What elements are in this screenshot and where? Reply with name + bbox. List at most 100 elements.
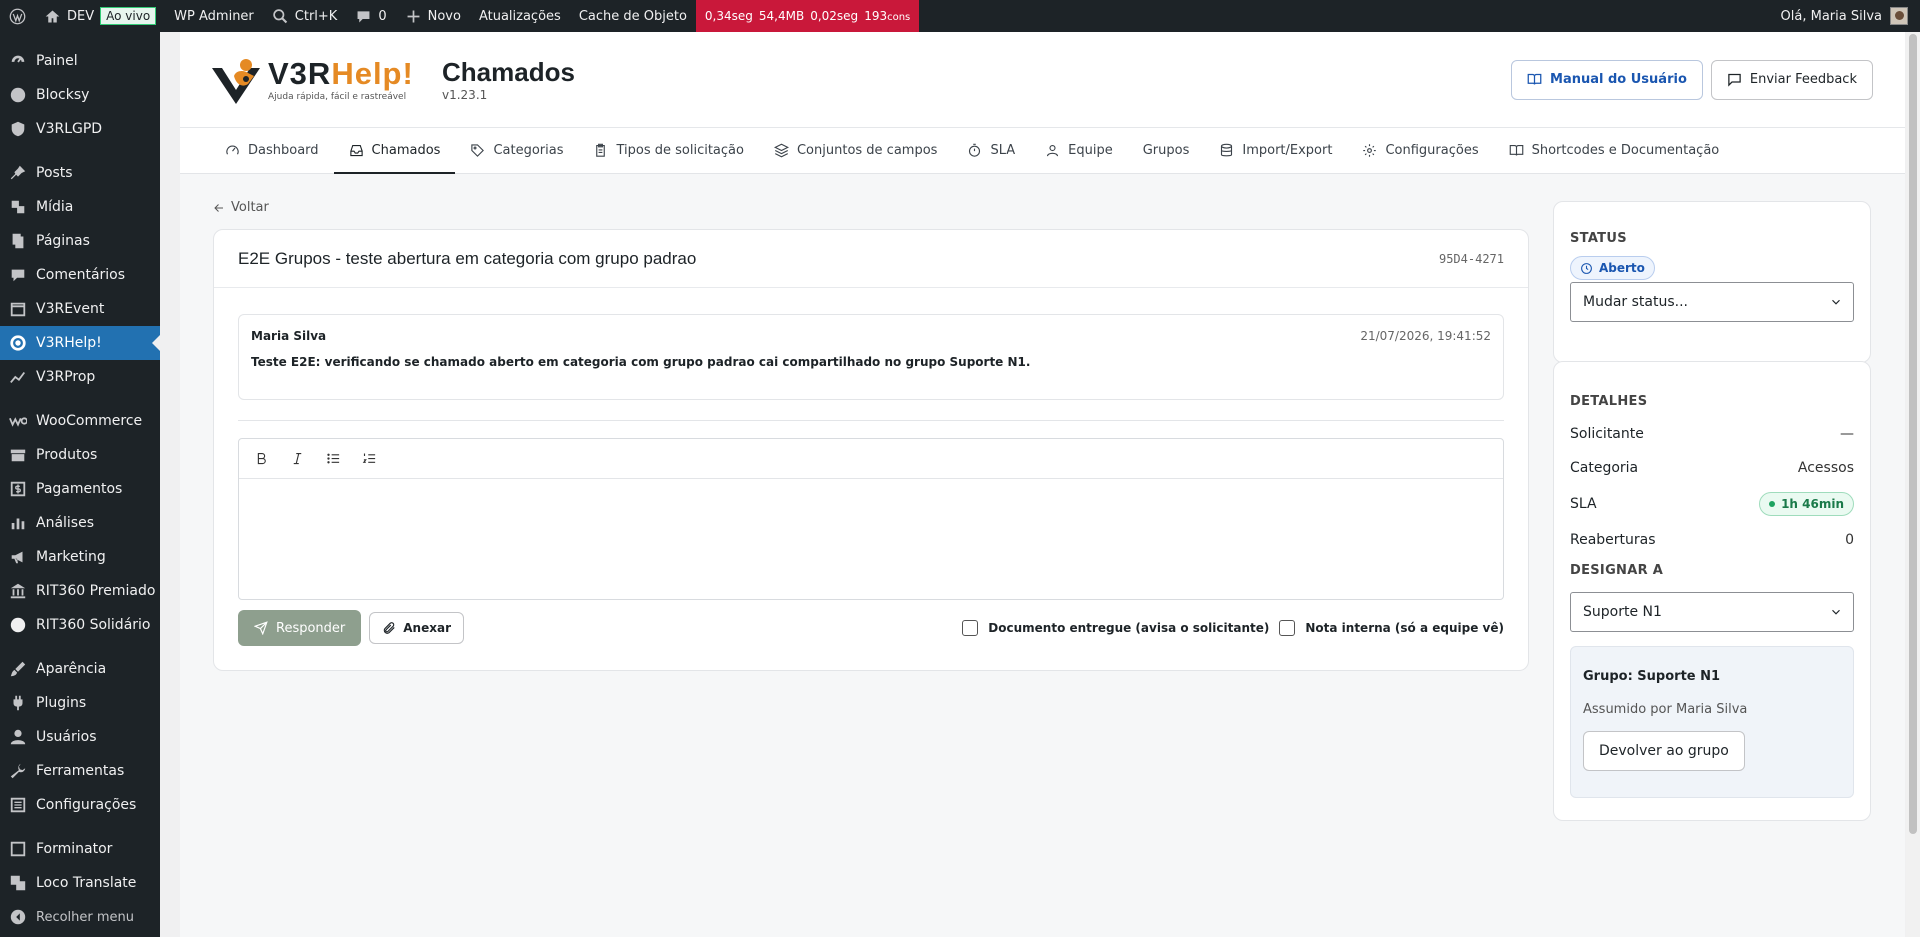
tab-chamados[interactable]: Chamados [333,128,456,174]
sidebar-item-posts[interactable]: Posts [0,156,160,190]
return-to-group-button[interactable]: Devolver ao grupo [1583,731,1745,771]
shield-icon [8,119,28,139]
back-link[interactable]: Voltar [213,200,269,215]
comments-link[interactable]: 0 [346,0,395,32]
sidebar-item-analises[interactable]: Análises [0,506,160,540]
italic-button[interactable] [287,449,307,469]
qm-queries-count: 193 [864,9,888,23]
italic-icon [293,452,301,465]
sidebar-item-comentarios[interactable]: Comentários [0,258,160,292]
bullet-list-icon [326,453,339,464]
sidebar-item-v3rlgpd[interactable]: V3RLGPD [0,112,160,146]
sidebar-item-produtos[interactable]: Produtos [0,438,160,472]
bold-button[interactable] [251,449,271,469]
bullet-list-button[interactable] [323,449,343,469]
sidebar-item-v3rprop[interactable]: V3RProp [0,360,160,394]
sidebar-item-loco-translate[interactable]: Loco Translate [0,866,160,900]
tab-shortcodes-documentacao[interactable]: Shortcodes e Documentação [1494,128,1735,173]
attach-button[interactable]: Anexar [369,612,464,644]
qm-queries: 193cons [864,9,910,23]
wp-adminer-link[interactable]: WP Adminer [165,0,263,32]
live-badge: Ao vivo [100,7,157,25]
dollar-icon [8,479,28,499]
sidebar-item-midia[interactable]: Mídia [0,190,160,224]
site-name-link[interactable]: DEV Ao vivo [35,0,165,32]
tab-import-export[interactable]: Import/Export [1204,128,1347,173]
pin-icon [8,163,28,183]
change-status-select[interactable]: Mudar status... [1570,282,1854,322]
user-manual-button[interactable]: Manual do Usuário [1511,59,1703,100]
sidebar-item-label: Mídia [36,199,74,215]
sidebar-item-configuracoes[interactable]: Configurações [0,788,160,822]
sidebar-item-label: V3REvent [36,301,105,317]
tab-dashboard[interactable]: Dashboard [210,128,334,173]
plugin-icon [8,693,28,713]
collapse-menu-button[interactable]: Recolher menu [0,900,160,934]
woo-icon [8,411,28,431]
sidebar-item-blocksy[interactable]: Blocksy [0,78,160,112]
new-label: Novo [427,8,461,24]
updates-link[interactable]: Atualizações [470,0,570,32]
object-cache-label: Cache de Objeto [578,8,687,24]
collapse-icon [8,907,28,927]
site-name: DEV [67,8,95,24]
reply-button[interactable]: Responder [238,610,362,646]
tab-configuracoes[interactable]: Configurações [1347,128,1493,173]
document-delivered-checkbox[interactable]: Documento entregue (avisa o solicitante) [962,620,1269,636]
sidebar-item-paginas[interactable]: Páginas [0,224,160,258]
sidebar-item-forminator[interactable]: Forminator [0,832,160,866]
sidebar-item-label: Usuários [36,729,97,745]
numbered-list-button[interactable] [359,449,379,469]
header-title: Chamados v1.23.1 [442,57,575,102]
details-title: DETALHES [1570,394,1648,409]
tab-label: Shortcodes e Documentação [1531,143,1720,158]
divider [238,420,1504,421]
object-cache-link[interactable]: Cache de Objeto [570,0,696,32]
group-name: Grupo: Suporte N1 [1583,669,1721,684]
internal-note-checkbox[interactable]: Nota interna (só a equipe vê) [1279,620,1504,636]
sidebar-item-marketing[interactable]: Marketing [0,540,160,574]
page-scrollbar[interactable] [1906,32,1920,937]
tab-categorias[interactable]: Categorias [455,128,578,173]
my-account[interactable]: Olá, Maria Silva [1781,7,1920,25]
search-shortcut[interactable]: Ctrl+K [263,0,347,32]
send-feedback-button[interactable]: Enviar Feedback [1710,59,1873,100]
sidebar-item-rit360-premiado[interactable]: RIT360 Premiado [0,574,160,608]
sidebar-item-label: Produtos [36,447,98,463]
scrollbar-thumb[interactable] [1909,34,1917,834]
sidebar-item-label: Posts [36,165,73,181]
tab-sla[interactable]: SLA [952,128,1030,173]
sidebar-item-ferramentas[interactable]: Ferramentas [0,754,160,788]
sidebar-item-plugins[interactable]: Plugins [0,686,160,720]
sidebar-item-rit360-solidario[interactable]: RIT360 Solidário [0,608,160,642]
wp-adminer-label: WP Adminer [174,8,254,24]
chevron-down-icon [1832,609,1840,615]
tab-label: Chamados [371,143,441,158]
chart-icon [8,367,28,387]
tab-conjuntos-campos[interactable]: Conjuntos de campos [759,128,952,173]
sidebar-item-usuarios[interactable]: Usuários [0,720,160,754]
sidebar-item-woocommerce[interactable]: WooCommerce [0,404,160,438]
home-icon [45,10,60,22]
new-content-link[interactable]: Novo [396,0,470,32]
sidebar-item-painel[interactable]: Painel [0,44,160,78]
sidebar-item-v3revent[interactable]: V3REvent [0,292,160,326]
sla-badge: 1h 46min [1759,492,1854,516]
group-assigned-by: Assumido por Maria Silva [1583,702,1748,717]
tab-tipos-solicitacao[interactable]: Tipos de solicitação [578,128,759,173]
sidebar-item-v3rhelp[interactable]: V3RHelp! [0,326,160,360]
tab-label: Conjuntos de campos [796,143,938,158]
ticket-message: Maria Silva 21/07/2026, 19:41:52 Teste E… [238,314,1504,400]
send-feedback-label: Enviar Feedback [1749,72,1857,87]
tab-equipe[interactable]: Equipe [1030,128,1128,173]
assign-select[interactable]: Suporte N1 [1570,592,1854,632]
sidebar-item-pagamentos[interactable]: Pagamentos [0,472,160,506]
sidebar-item-aparencia[interactable]: Aparência [0,652,160,686]
tab-grupos[interactable]: Grupos [1128,128,1205,173]
sidebar-item-label: Painel [36,53,78,69]
wordpress-logo-icon[interactable] [0,0,35,32]
inbox-icon [349,144,363,157]
reply-textarea[interactable] [239,479,1503,599]
query-monitor[interactable]: 0,34seg 54,4MB 0,02seg 193cons [695,0,920,32]
detail-category: Categoria Acessos [1570,451,1854,485]
